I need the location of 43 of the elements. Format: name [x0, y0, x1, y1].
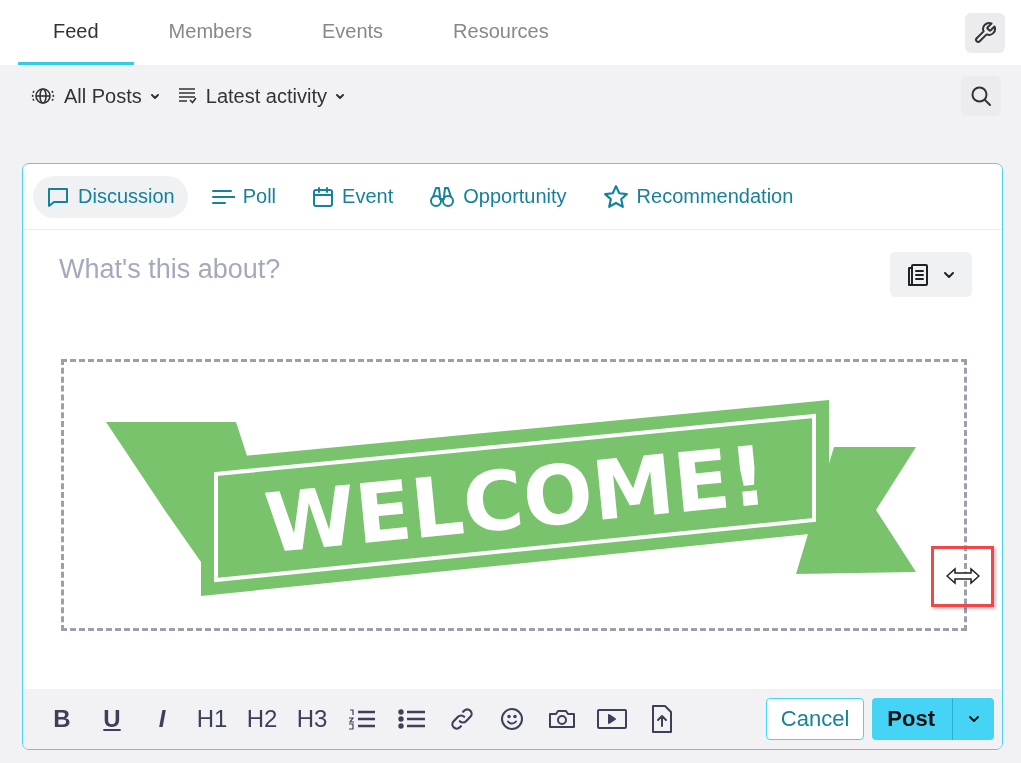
link-icon — [449, 706, 475, 732]
filter-dropdown[interactable]: All Posts — [30, 83, 160, 109]
bullet-list-icon — [398, 707, 426, 731]
heading-button[interactable]: H2 — [237, 699, 287, 739]
chevron-down-icon — [149, 91, 160, 101]
heading-button[interactable]: H1 — [187, 699, 237, 739]
search-icon — [969, 84, 993, 108]
post-type-tab[interactable]: Event — [299, 175, 407, 218]
bold-button[interactable]: B — [37, 699, 87, 739]
post-type-tab[interactable]: Recommendation — [589, 175, 807, 218]
post-type-tab[interactable]: Poll — [197, 175, 290, 218]
tab[interactable]: Events — [286, 0, 419, 65]
chevron-down-icon — [967, 714, 980, 724]
post-type-tab[interactable]: Opportunity — [416, 175, 580, 218]
italic-button[interactable]: I — [137, 699, 187, 739]
star-icon — [602, 183, 629, 210]
search-button[interactable] — [961, 76, 1001, 116]
document-icon — [907, 262, 929, 287]
binoculars-icon — [429, 184, 456, 209]
resize-arrows-icon — [945, 567, 980, 585]
numbered-list-icon — [348, 707, 376, 731]
wrench-icon — [973, 20, 997, 45]
file-upload-icon — [651, 704, 673, 734]
post-button[interactable]: Post — [872, 698, 952, 740]
camera-icon — [548, 707, 576, 731]
cancel-button[interactable]: Cancel — [765, 698, 865, 740]
title-field[interactable]: What's this about? — [59, 250, 579, 289]
heading-button[interactable]: H3 — [287, 699, 337, 739]
underline-button[interactable]: U — [87, 699, 137, 739]
smiley-icon — [500, 707, 524, 731]
tab[interactable]: Members — [133, 0, 287, 65]
calendar-icon — [312, 185, 335, 208]
video-icon — [597, 708, 627, 730]
chevron-down-icon — [335, 91, 345, 101]
format-dropdown[interactable] — [890, 252, 972, 297]
settings-button[interactable] — [965, 12, 1005, 53]
welcome-ribbon-drawing: WELCOME! — [106, 400, 916, 596]
filter-dropdown[interactable]: Latest activity — [175, 84, 345, 108]
post-type-tab[interactable]: Discussion — [33, 175, 188, 218]
chevron-down-icon — [943, 269, 955, 280]
resize-handle-highlight[interactable] — [931, 546, 994, 607]
tab[interactable]: Resources — [418, 0, 584, 65]
tab[interactable]: Feed — [18, 0, 134, 65]
